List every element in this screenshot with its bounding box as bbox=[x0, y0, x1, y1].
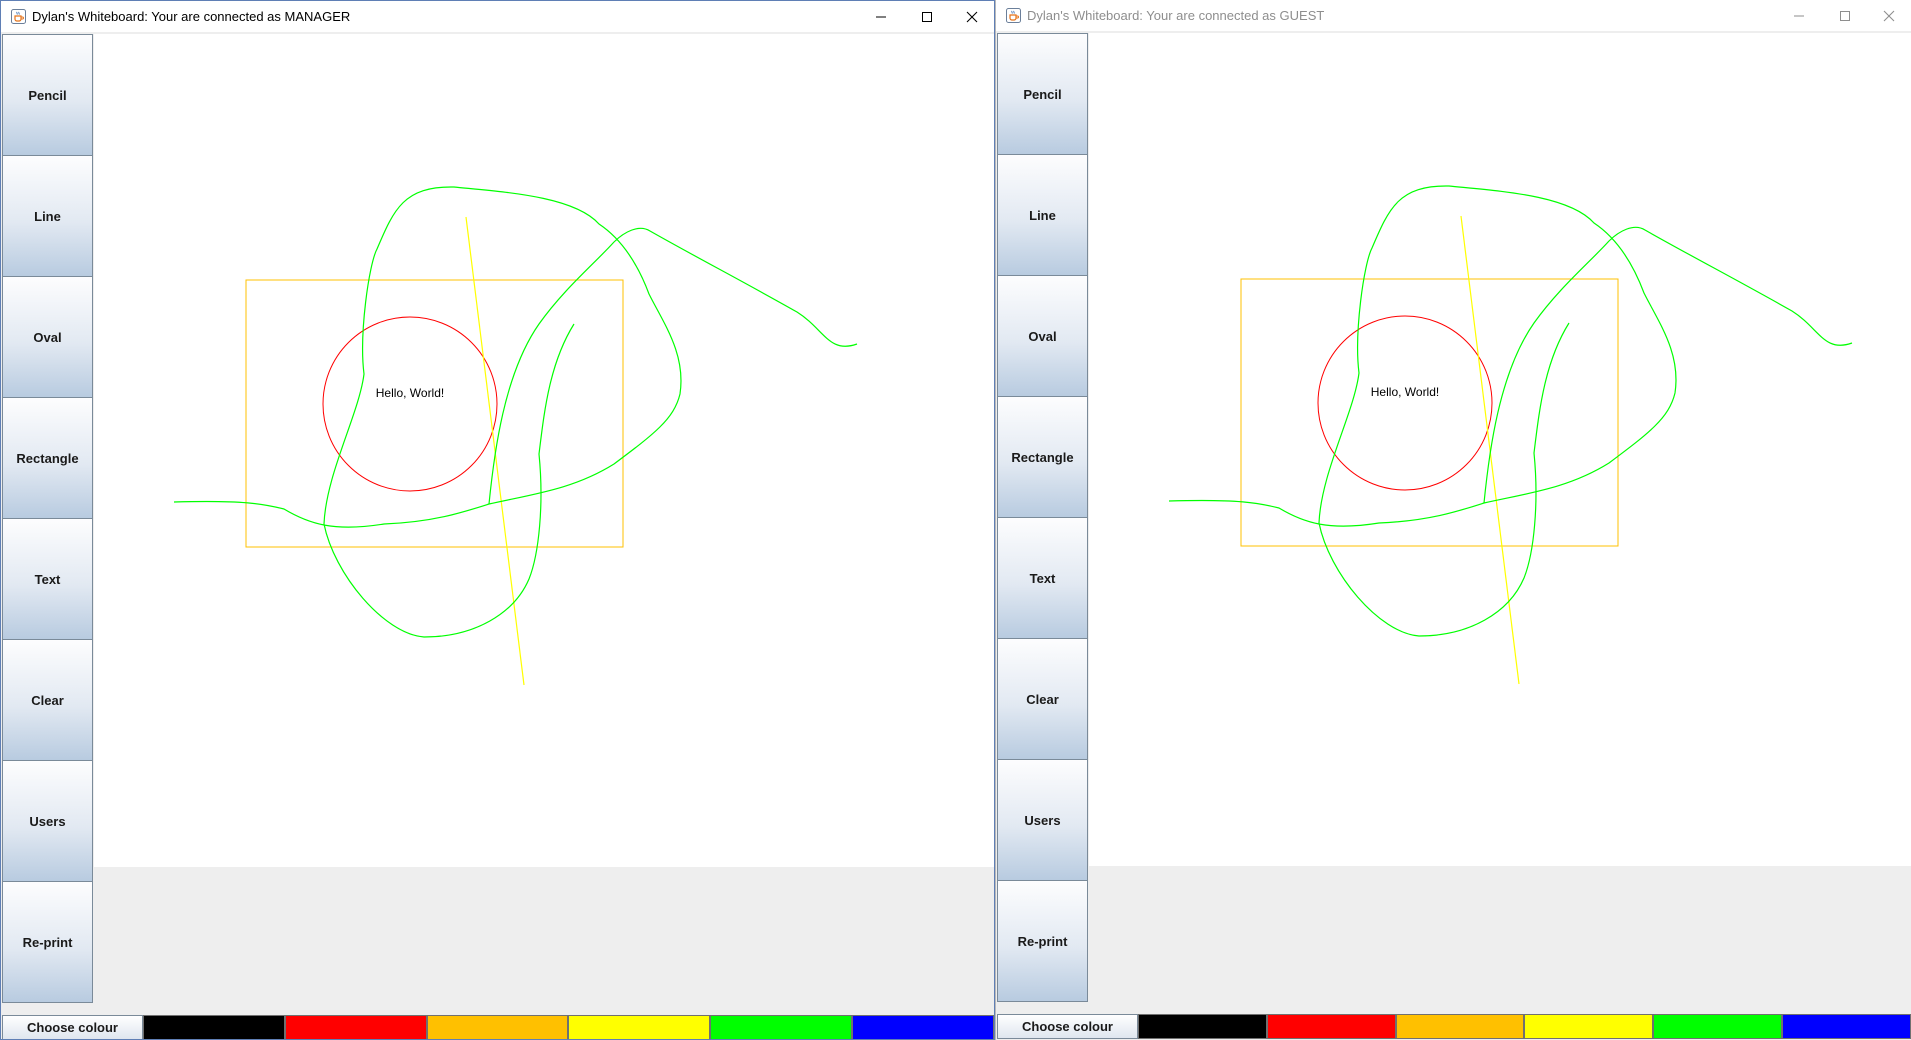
users-button[interactable]: Users bbox=[2, 760, 93, 882]
colour-palette bbox=[143, 1014, 994, 1039]
line-shape bbox=[465, 216, 525, 686]
clear-button[interactable]: Clear bbox=[2, 639, 93, 761]
whiteboard-drawing: Hello, World! bbox=[173, 186, 858, 686]
colour-swatch-black[interactable] bbox=[143, 1015, 285, 1039]
title-bar[interactable]: Dylan's Whiteboard: Your are connected a… bbox=[996, 0, 1911, 31]
java-cup-icon bbox=[1006, 8, 1021, 23]
line-button[interactable]: Line bbox=[997, 154, 1088, 276]
colour-swatch-green[interactable] bbox=[710, 1015, 853, 1039]
close-button[interactable] bbox=[1866, 0, 1911, 31]
clear-button[interactable]: Clear bbox=[997, 638, 1088, 760]
colour-swatch-green[interactable] bbox=[1653, 1014, 1783, 1039]
reprint-button[interactable]: Re-print bbox=[2, 881, 93, 1003]
guest-window: Dylan's Whiteboard: Your are connected a… bbox=[995, 0, 1911, 1040]
minimize-button[interactable] bbox=[1776, 0, 1822, 31]
colour-swatch-orange[interactable] bbox=[1395, 1014, 1525, 1039]
oval-shape bbox=[322, 316, 498, 492]
choose-colour-button[interactable]: Choose colour bbox=[2, 1015, 143, 1039]
window-title: Dylan's Whiteboard: Your are connected a… bbox=[32, 9, 351, 24]
text-button[interactable]: Text bbox=[2, 518, 93, 640]
close-icon bbox=[1883, 10, 1895, 22]
colour-bar: Choose colour bbox=[2, 1014, 994, 1039]
minimize-icon bbox=[876, 16, 886, 18]
oval-button[interactable]: Oval bbox=[2, 276, 93, 398]
colour-swatch-red[interactable] bbox=[1266, 1014, 1396, 1039]
oval-button[interactable]: Oval bbox=[997, 275, 1088, 397]
colour-swatch-blue[interactable] bbox=[852, 1015, 994, 1039]
close-button[interactable] bbox=[949, 1, 994, 32]
colour-swatch-yellow[interactable] bbox=[1524, 1014, 1654, 1039]
close-icon bbox=[966, 11, 978, 23]
colour-swatch-orange[interactable] bbox=[426, 1015, 569, 1039]
colour-swatch-red[interactable] bbox=[284, 1015, 427, 1039]
maximize-icon bbox=[922, 12, 932, 22]
line-shape bbox=[1460, 215, 1520, 685]
pencil-button[interactable]: Pencil bbox=[2, 34, 93, 156]
line-button[interactable]: Line bbox=[2, 155, 93, 277]
users-button[interactable]: Users bbox=[997, 759, 1088, 881]
choose-colour-button[interactable]: Choose colour bbox=[997, 1014, 1138, 1039]
drawing-canvas[interactable]: Hello, World! bbox=[1089, 33, 1911, 866]
tool-panel: Pencil Line Oval Rectangle Text Clear Us… bbox=[2, 34, 93, 1003]
text-button[interactable]: Text bbox=[997, 517, 1088, 639]
drawing-canvas[interactable]: Hello, World! bbox=[94, 34, 994, 867]
rectangle-button[interactable]: Rectangle bbox=[997, 396, 1088, 518]
tool-panel: Pencil Line Oval Rectangle Text Clear Us… bbox=[997, 33, 1088, 1002]
java-cup-icon bbox=[11, 9, 26, 24]
colour-palette bbox=[1138, 1013, 1911, 1040]
rectangle-button[interactable]: Rectangle bbox=[2, 397, 93, 519]
colour-swatch-blue[interactable] bbox=[1782, 1014, 1911, 1039]
reprint-button[interactable]: Re-print bbox=[997, 880, 1088, 1002]
colour-swatch-black[interactable] bbox=[1138, 1014, 1267, 1039]
maximize-button[interactable] bbox=[1822, 0, 1868, 31]
manager-window: Dylan's Whiteboard: Your are connected a… bbox=[0, 0, 995, 1040]
whiteboard-drawing: Hello, World! bbox=[1168, 185, 1853, 685]
maximize-icon bbox=[1840, 11, 1850, 21]
canvas-text: Hello, World! bbox=[1371, 385, 1439, 399]
pencil-button[interactable]: Pencil bbox=[997, 33, 1088, 155]
title-bar[interactable]: Dylan's Whiteboard: Your are connected a… bbox=[1, 1, 994, 32]
canvas-text: Hello, World! bbox=[376, 386, 444, 400]
colour-bar: Choose colour bbox=[997, 1013, 1911, 1040]
oval-shape bbox=[1317, 315, 1493, 491]
pencil-stroke-loop bbox=[1168, 185, 1853, 637]
pencil-stroke-loop bbox=[173, 186, 858, 638]
colour-swatch-yellow[interactable] bbox=[568, 1015, 711, 1039]
minimize-button[interactable] bbox=[858, 1, 904, 32]
maximize-button[interactable] bbox=[904, 1, 950, 32]
window-title: Dylan's Whiteboard: Your are connected a… bbox=[1027, 8, 1325, 23]
minimize-icon bbox=[1794, 15, 1804, 17]
